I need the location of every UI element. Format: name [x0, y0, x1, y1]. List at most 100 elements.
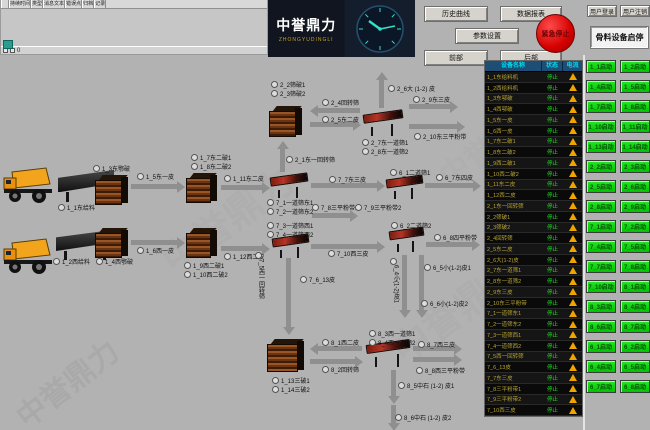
device-status: 停止	[542, 374, 563, 382]
conveyor-arrow	[280, 149, 285, 172]
device-name: 2_5东二皮	[485, 245, 542, 253]
device-start-button[interactable]: 2_5启动	[586, 180, 616, 193]
device-start-button[interactable]: 1_8启动	[620, 100, 650, 113]
device-status: 停止	[542, 385, 563, 393]
device-name: 2_6大(1-2)皮	[485, 256, 542, 264]
device-status: 停止	[542, 299, 563, 307]
start-buttons-panel: 1_1启动 1_2启动 1_4启动 1_5启动 1_7启动 1_8启动 1_10启动 1_11…	[586, 60, 650, 393]
device-start-button[interactable]: 1_2启动	[620, 60, 650, 73]
flow-label: 1_7东二破1	[191, 154, 231, 163]
conveyor-arrow	[318, 108, 360, 113]
flow-label: 2_2筛破1	[271, 81, 305, 90]
device-name: 7_7东三皮	[485, 374, 542, 382]
device-start-button[interactable]: 8_7启动	[620, 320, 650, 333]
device-start-button[interactable]: 7_5启动	[620, 240, 650, 253]
device-name: 7_8三平粉带1	[485, 385, 542, 393]
alarm-column-header[interactable]: 归档	[82, 0, 94, 8]
flow-label: 2_9东三皮	[413, 96, 450, 105]
device-start-button[interactable]: 1_5启动	[620, 80, 650, 93]
status-row: 7_4一道筛西2 停止	[485, 341, 582, 352]
conveyor-arrow	[286, 258, 291, 327]
device-start-button[interactable]: 6_4启动	[586, 360, 616, 373]
device-start-button[interactable]: 1_10启动	[586, 120, 616, 133]
device-start-button[interactable]: 6_7启动	[586, 380, 616, 393]
status-row: 7_10西三皮 停止	[485, 405, 582, 416]
user-logout-button[interactable]: 用户注销	[620, 5, 650, 17]
alarm-table-header: 持续时间类型消息文本错误点归档记录	[1, 0, 267, 9]
device-start-button[interactable]: 1_13启动	[586, 140, 616, 153]
status-row: 7_1一道筛东1 停止	[485, 309, 582, 320]
alarm-column-header[interactable]: 消息文本	[43, 0, 65, 8]
flow-label: 7_5西一回转筛	[255, 252, 264, 299]
status-row: 2_9东三皮 停止	[485, 287, 582, 298]
device-start-button[interactable]: 1_4启动	[586, 80, 616, 93]
status-row: 1_10西二破2 停止	[485, 169, 582, 180]
device-name: 1_9西二破1	[485, 159, 542, 167]
device-start-button[interactable]: 1_11启动	[620, 120, 650, 133]
device-start-button[interactable]: 8_1启动	[620, 280, 650, 293]
conveyor-arrow	[409, 124, 457, 129]
current-warning-icon	[569, 170, 577, 177]
device-start-button[interactable]: 1_1启动	[586, 60, 616, 73]
flow-label: 2_8东一道筛2	[362, 148, 408, 157]
conveyor-graphic	[386, 177, 423, 199]
device-name: 7_6_13皮	[485, 363, 542, 371]
device-name: 1_1东给料机	[485, 73, 542, 81]
flow-label: 8_4西一道筛2	[369, 339, 415, 348]
flow-label: 7_10西三皮	[328, 250, 368, 259]
brand-latin: ZHONGYUDINGLI	[279, 37, 334, 43]
device-start-button[interactable]: 2_3启动	[620, 160, 650, 173]
device-name: 7_10西三皮	[485, 406, 542, 414]
flow-label: 1_14三破2	[272, 386, 310, 395]
current-warning-icon	[569, 181, 577, 188]
flow-label: 6_1二道筛1	[390, 169, 430, 178]
device-start-button[interactable]: 7_10启动	[586, 280, 616, 293]
device-start-button[interactable]: 7_4启动	[586, 240, 616, 253]
status-row: 2_10东三平粉带 停止	[485, 298, 582, 309]
device-start-button[interactable]: 8_3启动	[586, 300, 616, 313]
device-start-button[interactable]: 6_2启动	[620, 340, 650, 353]
alarm-column-header[interactable]: 记录	[94, 0, 106, 8]
device-start-button[interactable]: 1_14启动	[620, 140, 650, 153]
front-section-button[interactable]: 前部	[424, 50, 488, 66]
device-start-button[interactable]: 6_1启动	[586, 340, 616, 353]
device-start-button[interactable]: 7_7启动	[586, 260, 616, 273]
current-warning-icon	[569, 235, 577, 242]
status-row: 7_2一道筛东2 停止	[485, 319, 582, 330]
parameter-settings-button[interactable]: 参数设置	[455, 28, 519, 44]
device-start-button[interactable]: 2_8启动	[586, 200, 616, 213]
device-start-button[interactable]: 7_1启动	[586, 220, 616, 233]
emergency-stop-button[interactable]: 紧急停止	[536, 14, 575, 53]
current-warning-icon	[569, 213, 577, 220]
current-warning-icon	[569, 224, 577, 231]
status-row: 7_5西一回转筛 停止	[485, 352, 582, 363]
device-start-button[interactable]: 2_6启动	[620, 180, 650, 193]
device-start-button[interactable]: 1_7启动	[586, 100, 616, 113]
flow-label: 8_7西三皮	[418, 341, 455, 350]
current-warning-icon	[569, 353, 577, 360]
alarm-indicator[interactable]	[3, 40, 13, 49]
alarm-column-header[interactable]: 错误点	[65, 0, 82, 8]
current-warning-icon	[569, 310, 577, 317]
alarm-column-header[interactable]: 持续时间	[9, 0, 31, 8]
flow-label: 1_10西二破2	[184, 271, 228, 280]
history-curve-button[interactable]: 历史曲线	[424, 6, 488, 22]
user-login-button[interactable]: 用户登录	[587, 5, 617, 17]
device-start-button[interactable]: 2_9启动	[620, 200, 650, 213]
conveyor-arrow	[379, 80, 384, 108]
device-start-button[interactable]: 2_2启动	[586, 160, 616, 173]
device-start-button[interactable]: 8_4启动	[620, 300, 650, 313]
status-row: 1_9西二破1 停止	[485, 158, 582, 169]
status-col-name: 设备名称	[485, 61, 542, 71]
status-row: 2_4回转筛 停止	[485, 233, 582, 244]
status-row: 1_8东二破2 停止	[485, 147, 582, 158]
device-start-button[interactable]: 7_8启动	[620, 260, 650, 273]
device-start-button[interactable]: 6_8启动	[620, 380, 650, 393]
device-start-button[interactable]: 6_5启动	[620, 360, 650, 373]
device-start-button[interactable]: 7_2启动	[620, 220, 650, 233]
flow-label: 7_6_13皮	[300, 276, 335, 285]
crusher-bin	[95, 228, 128, 258]
device-start-button[interactable]: 8_6启动	[586, 320, 616, 333]
alarm-column-header[interactable]: 类型	[31, 0, 43, 8]
current-warning-icon	[569, 374, 577, 381]
